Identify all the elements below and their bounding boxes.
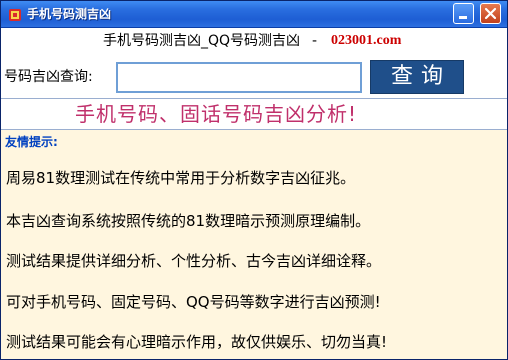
app-window: 手机号码测吉凶 手机号码测吉凶_QQ号码测吉凶 - 023001.com 号码吉… [0,0,508,360]
website-link[interactable]: 023001.com [331,31,401,51]
query-row: 号码吉凶查询: 查询 [1,57,507,95]
window-title: 手机号码测吉凶 [27,7,112,21]
minimize-icon [459,16,467,19]
banner-text: 手机号码、固话号码吉凶分析! [75,102,358,126]
tip-line: 测试结果可能会有心理暗示作用，故仅供娱乐、切勿当真! [6,333,388,351]
banner: 手机号码、固话号码吉凶分析! [1,98,507,130]
tip-line: 测试结果提供详细分析、个性分析、古今吉凶详细诠释。 [6,252,382,270]
query-label: 号码吉凶查询: [4,69,93,85]
header-title: 手机号码测吉凶_QQ号码测吉凶 [103,33,301,49]
header-row: 手机号码测吉凶_QQ号码测吉凶 - 023001.com [1,28,507,54]
tips-title: 友情提示: [5,135,58,149]
tip-line: 可对手机号码、固定号码、QQ号码等数字进行吉凶预测! [6,293,381,311]
close-button[interactable] [480,3,501,24]
query-button[interactable]: 查询 [370,60,464,94]
tip-line: 本吉凶查询系统按照传统的81数理暗示预测原理编制。 [6,212,371,230]
app-icon [8,7,22,21]
minimize-button[interactable] [453,3,474,24]
title-bar[interactable]: 手机号码测吉凶 [1,1,507,28]
tips-panel: 友情提示: 周易81数理测试在传统中常用于分析数字吉凶征兆。 本吉凶查询系统按照… [1,130,507,359]
number-input[interactable] [116,62,362,93]
close-icon [484,7,497,20]
tip-line: 周易81数理测试在传统中常用于分析数字吉凶征兆。 [6,169,356,187]
header-separator: - [312,33,318,49]
